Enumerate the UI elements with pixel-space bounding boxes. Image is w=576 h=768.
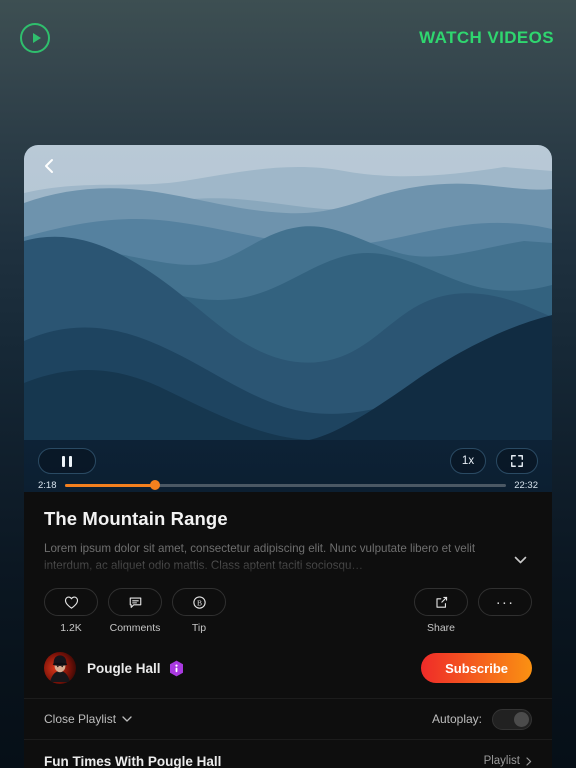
description-row: Lorem ipsum dolor sit amet, consectetur …: [44, 540, 532, 574]
share-icon: [435, 596, 447, 608]
progress-fill: [64, 483, 156, 487]
close-playlist-label: Close Playlist: [44, 712, 117, 726]
autoplay-toggle[interactable]: [492, 708, 532, 730]
playlist-header: Fun Times With Pougle Hall Playlist: [44, 740, 532, 768]
autoplay-label: Autoplay:: [431, 712, 482, 726]
playlist-link-label: Playlist: [483, 755, 520, 767]
action-bar: 1.2K Comments B Tip Share ···: [44, 588, 532, 640]
pause-button[interactable]: [38, 448, 96, 474]
fullscreen-icon: [511, 455, 523, 467]
fullscreen-button[interactable]: [496, 448, 538, 474]
verified-badge-icon: [169, 660, 184, 677]
video-info: The Mountain Range Lorem ipsum dolor sit…: [24, 492, 552, 640]
play-triangle-icon: [32, 33, 41, 43]
like-button-circle: [44, 588, 98, 616]
playback-speed-button[interactable]: 1x: [450, 448, 486, 474]
more-button[interactable]: ··· .: [478, 588, 532, 634]
avatar[interactable]: [44, 652, 76, 684]
seek-bar[interactable]: 2:18 22:32: [38, 478, 538, 492]
current-time: 2:18: [38, 479, 57, 491]
comments-button-circle: [108, 588, 162, 616]
play-circle-icon[interactable]: [20, 23, 50, 53]
nav-watch-videos[interactable]: WATCH VIDEOS: [419, 28, 554, 48]
svg-text:B: B: [196, 598, 201, 607]
chevron-down-icon: [514, 556, 526, 564]
playlist-link[interactable]: Playlist: [484, 755, 532, 767]
channel-avatar: [44, 652, 76, 684]
control-buttons-row: 1x: [38, 440, 538, 478]
app-root: WATCH VIDEOS 1x 2:18 22:32 The Mountain …: [0, 0, 576, 768]
bitcoin-icon: B: [192, 595, 206, 609]
chevron-left-icon: [45, 159, 53, 173]
playlist-section: Fun Times With Pougle Hall Playlist: [24, 740, 552, 768]
close-playlist-button[interactable]: Close Playlist: [44, 712, 132, 726]
back-button[interactable]: [38, 155, 60, 177]
verified-hex-icon: [169, 660, 183, 676]
more-icon: ···: [478, 588, 532, 616]
subscribe-button[interactable]: Subscribe: [421, 653, 532, 683]
tip-label: Tip: [191, 622, 207, 634]
right-controls: 1x: [450, 448, 538, 474]
share-label: Share: [426, 622, 456, 634]
like-button[interactable]: 1.2K: [44, 588, 98, 634]
progress-knob[interactable]: [150, 480, 161, 490]
tip-button[interactable]: B Tip: [172, 588, 226, 634]
pause-icon: [69, 455, 72, 467]
channel-row: Pougle Hall Subscribe: [24, 640, 552, 698]
video-controls: 1x 2:18 22:32: [24, 440, 552, 492]
expand-description-button[interactable]: [508, 548, 532, 572]
playlist-control-bar: Close Playlist Autoplay:: [24, 698, 552, 740]
total-time: 22:32: [514, 479, 538, 491]
chevron-down-icon: [122, 716, 132, 722]
comments-button[interactable]: Comments: [108, 588, 162, 634]
video-description: Lorem ipsum dolor sit amet, consectetur …: [44, 542, 476, 572]
playlist-title: Fun Times With Pougle Hall: [44, 753, 222, 768]
pause-icon: [62, 455, 65, 467]
page-title: The Mountain Range: [44, 508, 228, 529]
video-card: 1x 2:18 22:32 The Mountain Range Lorem i…: [24, 145, 552, 768]
share-button-circle: [414, 588, 468, 616]
channel-name[interactable]: Pougle Hall: [87, 661, 161, 676]
comment-icon: [129, 596, 141, 608]
tip-button-circle: B: [172, 588, 226, 616]
action-group-right: Share ··· .: [414, 588, 532, 634]
autoplay-control: Autoplay:: [431, 708, 532, 730]
action-group-left: 1.2K Comments B Tip: [44, 588, 226, 634]
heart-icon: [64, 596, 78, 609]
progress-track[interactable]: [64, 480, 507, 490]
like-count: 1.2K: [60, 622, 82, 634]
video-frame-image: [24, 145, 552, 440]
toggle-knob: [514, 711, 529, 727]
share-button[interactable]: Share: [414, 588, 468, 634]
top-bar: WATCH VIDEOS: [0, 0, 576, 76]
comments-label: Comments: [109, 622, 161, 634]
chevron-right-icon: [526, 756, 532, 766]
video-player[interactable]: [24, 145, 552, 440]
